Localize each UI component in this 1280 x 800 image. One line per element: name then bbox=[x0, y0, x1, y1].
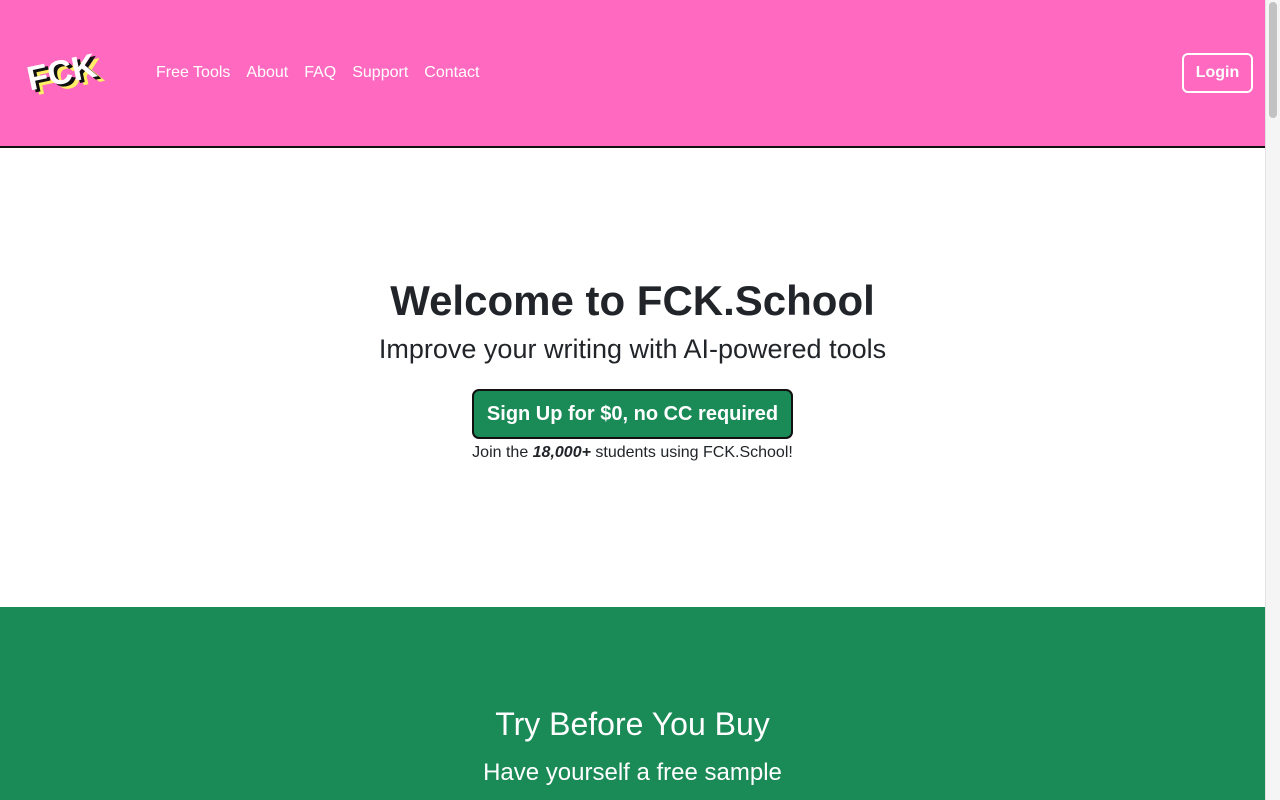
join-suffix: students using FCK.School! bbox=[590, 444, 793, 461]
nav-about[interactable]: About bbox=[246, 63, 288, 83]
nav-contact[interactable]: Contact bbox=[424, 63, 479, 83]
hero-title: Welcome to FCK.School bbox=[390, 277, 875, 324]
nav-faq[interactable]: FAQ bbox=[304, 63, 336, 83]
main-nav: Free Tools About FAQ Support Contact bbox=[156, 63, 479, 83]
nav-support[interactable]: Support bbox=[352, 63, 408, 83]
join-prefix: Join the bbox=[472, 444, 533, 461]
hero-section: Welcome to FCK.School Improve your writi… bbox=[0, 148, 1265, 607]
trial-subtitle: Have yourself a free sample bbox=[483, 759, 782, 786]
site-header: FCK FCK FCK Free Tools About FAQ Support… bbox=[0, 0, 1265, 148]
login-button[interactable]: Login bbox=[1182, 53, 1253, 93]
trial-section: Try Before You Buy Have yourself a free … bbox=[0, 607, 1265, 800]
join-count: 18,000+ bbox=[532, 444, 591, 461]
join-text: Join the 18,000+ students using FCK.Scho… bbox=[0, 443, 1265, 463]
page-scrollbar[interactable] bbox=[1265, 0, 1280, 800]
scrollbar-thumb[interactable] bbox=[1269, 2, 1277, 118]
nav-free-tools[interactable]: Free Tools bbox=[156, 63, 230, 83]
hero-subtitle: Improve your writing with AI-powered too… bbox=[378, 334, 887, 364]
trial-title: Try Before You Buy bbox=[495, 706, 770, 742]
page: FCK FCK FCK Free Tools About FAQ Support… bbox=[0, 0, 1265, 800]
signup-button[interactable]: Sign Up for $0, no CC required bbox=[472, 389, 793, 439]
fck-logo[interactable]: FCK FCK FCK bbox=[24, 38, 124, 102]
